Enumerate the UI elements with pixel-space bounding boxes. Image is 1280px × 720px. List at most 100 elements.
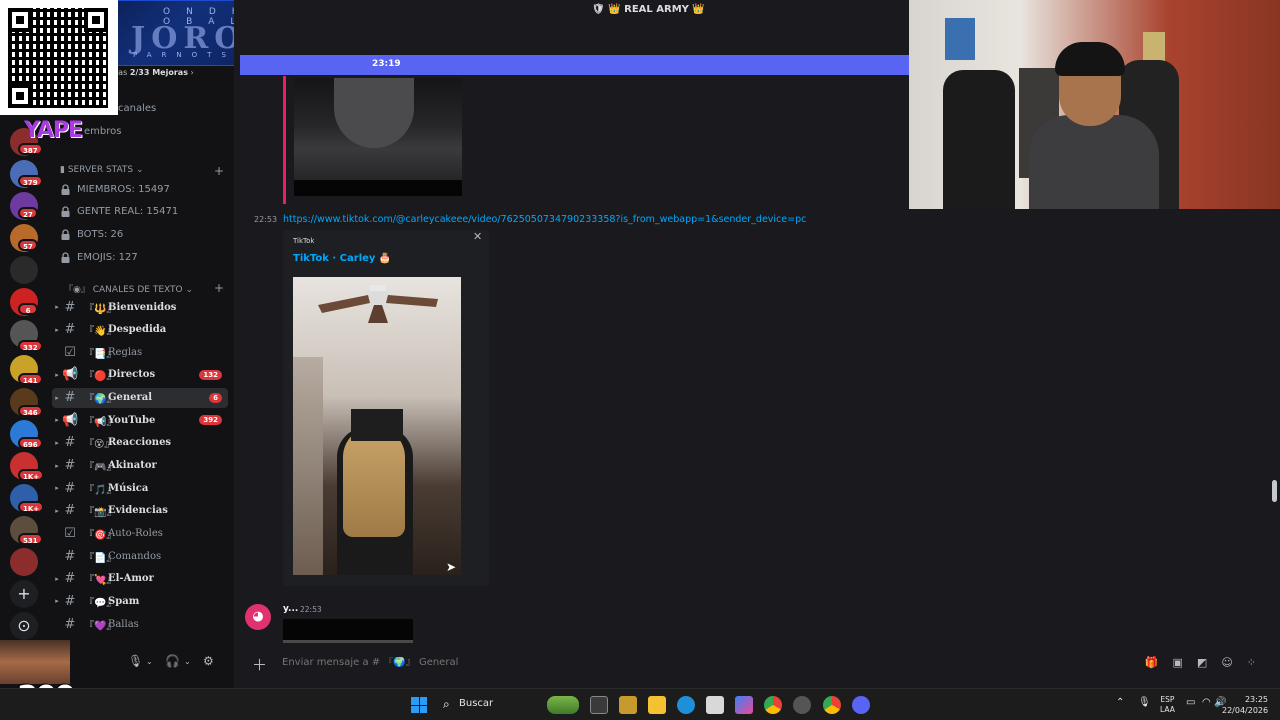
message-author[interactable]: y... [283, 604, 298, 614]
taskbar-search[interactable]: Buscar [459, 698, 493, 709]
taskbar-clock[interactable]: 23:25 22/04/2026 [1222, 694, 1268, 716]
ceiling-fan-image [318, 285, 438, 323]
scrollbar-thumb[interactable] [1272, 480, 1277, 502]
channel-emoji: 『📸』 [84, 507, 117, 519]
tiktok-embed: TikTok TikTok · Carley 🎂 ✕ [283, 230, 489, 586]
channel-label: Spam [108, 595, 140, 607]
chevron-down-icon[interactable]: ⌄ [184, 657, 191, 666]
language-code: ESP [1160, 695, 1175, 704]
message-composer: ＋ 🎁 ▣ ◩ ☺ ⁘ [244, 650, 1274, 676]
channel-item[interactable]: ☑ 『📑』 Reglas [52, 342, 228, 362]
chevron-right-icon: ▸ [55, 370, 59, 379]
microphone-icon[interactable]: 🎙 [1138, 697, 1151, 708]
obs-icon[interactable] [793, 696, 811, 714]
channel-emoji: 『💘』 [84, 575, 117, 587]
channel-label: YouTube [108, 414, 156, 426]
browse-channels-link[interactable]: canales [118, 103, 156, 114]
stat-channel[interactable]: EMOJIS: 127 [60, 248, 138, 266]
chevron-down-icon: ⌄ [185, 285, 194, 295]
hashtag-icon: # [64, 571, 76, 587]
channel-item[interactable]: ▸ 📢 『🔴』 Directos 132 [52, 365, 228, 385]
edge-icon[interactable] [677, 696, 695, 714]
channel-label: El-Amor [108, 573, 154, 585]
channel-item[interactable]: ▸ # 『🌍』 General 6 [52, 387, 228, 408]
channel-item[interactable]: ▸ # 『🎮』 Akinator [52, 456, 228, 476]
banner-bottom-text: PARNOTS [133, 51, 236, 59]
language-indicator[interactable]: ESP LAA [1160, 695, 1175, 715]
server-icon[interactable] [10, 548, 38, 576]
lock-icon [60, 229, 71, 240]
add-channel-icon[interactable]: + [214, 164, 224, 178]
app-w-icon[interactable] [619, 696, 637, 714]
server-icon[interactable] [10, 256, 38, 284]
channel-item[interactable]: ▸ # 『👋』 Despedida [52, 320, 228, 340]
channel-item[interactable]: ▸ # 『😵』 Reacciones [52, 433, 228, 453]
channel-emoji: 『💬』 [84, 597, 117, 609]
microphone-icon[interactable]: 🎙 [128, 654, 143, 668]
discord-icon[interactable] [852, 696, 870, 714]
server-mention-badge: 27 [18, 207, 38, 219]
members-link[interactable]: embros [84, 126, 121, 137]
channel-item[interactable]: ▸ 📢 『📢』 YouTube 392 [52, 410, 228, 430]
discover-icon[interactable]: ⊙ [10, 612, 38, 640]
channel-item[interactable]: ▸ # 『🎵』 Música [52, 478, 228, 498]
task-view-icon[interactable] [590, 696, 608, 714]
chevron-up-icon[interactable]: ⌃ [1116, 697, 1124, 708]
category-server-stats[interactable]: ▮ SERVER STATS ⌄ [60, 165, 144, 175]
new-messages-bar[interactable]: 23:19 [240, 55, 910, 75]
chrome-icon[interactable] [823, 696, 841, 714]
widget-icon[interactable] [547, 696, 579, 714]
server-mention-badge: 1K+ [18, 501, 45, 513]
gear-icon[interactable]: ⚙ [203, 654, 214, 668]
channel-label: Ballas [108, 618, 139, 630]
chevron-down-icon[interactable]: ⌄ [146, 657, 153, 666]
chrome-icon[interactable] [764, 696, 782, 714]
channel-item[interactable]: # 『💜』 Ballas [52, 614, 228, 634]
stat-channel[interactable]: MIEMBROS: 15497 [60, 180, 170, 198]
channel-item[interactable]: ▸ # 『💬』 Spam [52, 591, 228, 611]
channel-item[interactable]: # 『📄』 Comandos [52, 546, 228, 566]
rules-icon: ☑ [64, 526, 76, 541]
channel-item[interactable]: ▸ # 『🔱』 Bienvenidos [52, 297, 228, 317]
discord-avatar-icon[interactable]: ◕ [245, 604, 271, 630]
channel-emoji: 『🎮』 [84, 462, 117, 474]
windows-start-icon[interactable] [411, 697, 427, 713]
gif-icon[interactable]: ▣ [1173, 656, 1183, 669]
message-input[interactable] [282, 657, 882, 668]
add-attachment-icon[interactable]: ＋ [252, 654, 267, 675]
apps-icon[interactable]: ⁘ [1247, 656, 1256, 669]
channel-label: Akinator [108, 460, 157, 472]
gift-icon[interactable]: 🎁 [1145, 656, 1159, 669]
stat-channel[interactable]: GENTE REAL: 15471 [60, 203, 178, 221]
message-media-block[interactable] [283, 619, 413, 643]
close-icon[interactable]: ✕ [473, 230, 482, 243]
embed-title[interactable]: TikTok · Carley 🎂 [293, 253, 391, 264]
megaphone-icon: 📢 [62, 367, 79, 383]
stat-channel[interactable]: BOTS: 26 [60, 225, 123, 243]
add-server-icon[interactable]: + [10, 580, 38, 608]
snipping-tool-icon[interactable] [706, 696, 724, 714]
video-embed-thumbnail[interactable] [294, 78, 462, 196]
chevron-down-icon: ⌄ [136, 165, 144, 175]
monitor-icon[interactable]: ▭ [1186, 697, 1195, 708]
boost-progress[interactable]: oras 2/33 Mejoras › [110, 68, 194, 77]
message-link[interactable]: https://www.tiktok.com/@carleycakeee/vid… [283, 214, 806, 225]
channel-label: Directos [108, 369, 156, 381]
file-explorer-icon[interactable] [648, 696, 666, 714]
sticker-icon[interactable]: ◩ [1197, 656, 1207, 669]
headphones-icon[interactable]: 🎧 [165, 654, 180, 668]
hashtag-icon: # [64, 299, 76, 315]
server-mention-badge: 1K+ [18, 469, 45, 481]
emoji-icon[interactable]: ☺ [1221, 656, 1232, 669]
category-label: SERVER STATS [67, 165, 134, 175]
search-icon[interactable]: ⌕ [443, 697, 450, 712]
channel-item[interactable]: ▸ # 『📸』 Evidencias [52, 501, 228, 521]
copilot-icon[interactable] [735, 696, 753, 714]
category-text-channels[interactable]: 『◉』 CANALES DE TEXTO ⌄ [64, 282, 193, 295]
wifi-icon[interactable]: ◠ [1202, 697, 1211, 708]
add-channel-icon[interactable]: + [214, 281, 224, 295]
channel-item[interactable]: ☑ 『🎯』 Auto-Roles [52, 524, 228, 544]
channel-item[interactable]: ▸ # 『💘』 El-Amor [52, 569, 228, 589]
composer-toolbar: 🎁 ▣ ◩ ☺ ⁘ [1145, 656, 1256, 669]
embed-video-thumbnail[interactable] [293, 277, 461, 575]
